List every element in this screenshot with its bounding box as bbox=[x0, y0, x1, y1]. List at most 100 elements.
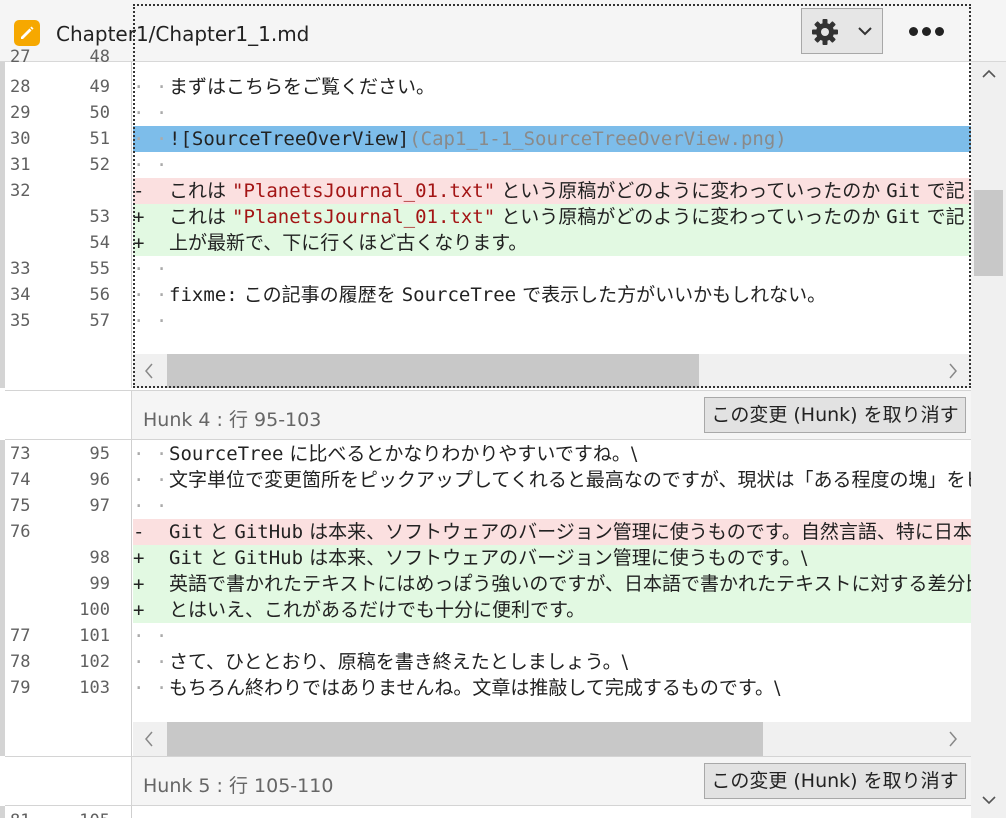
old-line-number: 81 bbox=[10, 808, 30, 818]
settings-dropdown-button[interactable] bbox=[801, 8, 883, 54]
code-text: GitHub bbox=[234, 521, 304, 543]
diff-marker: · · bbox=[133, 469, 168, 491]
old-line-number: 31 bbox=[10, 155, 31, 175]
context-line[interactable]: · · bbox=[133, 493, 971, 519]
new-line-number: 49 bbox=[89, 77, 110, 97]
old-line-number: 34 bbox=[10, 285, 31, 305]
added-line[interactable]: + 英語で書かれたテキストにはめっぽう強いのですが、日本語で書かれたテキストに対す… bbox=[133, 571, 971, 597]
context-line[interactable]: · ·fixme: この記事の履歴を SourceTree で表示した方がいいか… bbox=[133, 282, 971, 308]
context-line[interactable]: · ·まずはこちらをご覧ください。 bbox=[133, 74, 971, 100]
diff-marker: · · bbox=[133, 625, 168, 647]
diff-code-area[interactable]: · · bbox=[133, 806, 971, 818]
context-line[interactable]: · · bbox=[133, 62, 971, 70]
new-line-number: 53 bbox=[89, 207, 110, 227]
code-text: Git bbox=[169, 547, 204, 569]
code-text: Git bbox=[169, 521, 204, 543]
diff-marker: · · bbox=[133, 808, 169, 818]
line-numbers: 78 102 bbox=[5, 649, 132, 675]
code-text: と bbox=[203, 547, 235, 569]
scrollbar-thumb[interactable] bbox=[167, 354, 699, 388]
hunk-label: Hunk 5 : 行 105-110 bbox=[143, 775, 334, 797]
scroll-right-icon[interactable] bbox=[947, 729, 959, 749]
line-numbers: 77 101 bbox=[5, 623, 132, 649]
hunk-header: Hunk 4 : 行 95-103 この変更 (Hunk) を取り消す bbox=[5, 390, 971, 440]
code-text: ![SourceTreeOverView] bbox=[169, 128, 410, 150]
selected-line[interactable]: · ·![SourceTreeOverView](Cap1_1-1_Source… bbox=[133, 126, 971, 152]
code-text: さて、ひととおり、原稿を書き終えたとしましょう。\ bbox=[169, 651, 628, 673]
scroll-down-icon[interactable] bbox=[980, 794, 998, 806]
horizontal-scrollbar[interactable] bbox=[133, 722, 971, 756]
new-line-number: 54 bbox=[89, 233, 110, 253]
old-line-number: 28 bbox=[10, 77, 31, 97]
old-line-number: 74 bbox=[10, 470, 31, 490]
context-line[interactable]: · ·SourceTree に比べるとかなりわかりやすいですね。\ bbox=[133, 441, 971, 467]
code-text: で記 bbox=[920, 180, 965, 202]
scroll-right-icon[interactable] bbox=[947, 361, 959, 381]
line-numbers: 31 52 bbox=[5, 152, 132, 178]
context-line[interactable]: · · bbox=[133, 808, 971, 818]
revert-hunk-button[interactable]: この変更 (Hunk) を取り消す bbox=[704, 763, 966, 799]
scroll-left-icon[interactable] bbox=[143, 361, 155, 381]
added-line[interactable]: + Git と GitHub は本来、ソフトウェアのバージョン管理に使うものです。… bbox=[133, 545, 971, 571]
old-line-number: 32 bbox=[10, 181, 31, 201]
line-number-gutter: 73 95 74 96 75 97 76 98 99 100 77 101 78 102 79 103 bbox=[5, 440, 132, 756]
old-line-number: 29 bbox=[10, 103, 31, 123]
line-numbers: 30 51 bbox=[5, 126, 132, 152]
diff-code-area[interactable]: · ·· ·まずはこちらをご覧ください。· ·· ·![SourceTreeOv… bbox=[133, 62, 971, 354]
diff-marker: + bbox=[133, 573, 145, 595]
code-text: 文字単位で変更箇所をピックアップしてくれると最高なのですが、現状は「ある程度の塊… bbox=[169, 469, 971, 491]
code-text: と bbox=[203, 521, 235, 543]
added-line[interactable]: + 上が最新で、下に行くほど古くなります。 bbox=[133, 230, 971, 256]
scroll-up-icon[interactable] bbox=[980, 68, 998, 80]
diff-code-area[interactable]: · ·SourceTree に比べるとかなりわかりやすいですね。\ · ·文字単位… bbox=[133, 440, 971, 722]
diff-marker: · · bbox=[133, 443, 168, 465]
revert-hunk-button[interactable]: この変更 (Hunk) を取り消す bbox=[704, 397, 966, 433]
context-line[interactable]: · ·さて、ひととおり、原稿を書き終えたとしましょう。\ bbox=[133, 649, 971, 675]
diff-marker: · · bbox=[133, 76, 168, 98]
diff-marker: + bbox=[133, 206, 145, 228]
code-text: で記 bbox=[920, 206, 965, 228]
context-line[interactable]: · ·もちろん終わりではありませんね。文章は推敲して完成するものです。\ bbox=[133, 675, 971, 701]
context-line[interactable]: · · bbox=[133, 256, 971, 282]
vertical-scrollbar[interactable] bbox=[971, 62, 1006, 818]
context-line[interactable]: · · bbox=[133, 308, 971, 334]
diff-marker: + bbox=[133, 547, 145, 569]
scrollbar-thumb[interactable] bbox=[974, 190, 1003, 276]
scroll-left-icon[interactable] bbox=[143, 729, 155, 749]
line-numbers: 34 56 bbox=[5, 282, 132, 308]
deleted-line[interactable]: - Git と GitHub は本来、ソフトウェアのバージョン管理に使うものです。… bbox=[133, 519, 971, 545]
old-line-number: 30 bbox=[10, 129, 31, 149]
new-line-number: 48 bbox=[89, 47, 110, 67]
line-numbers: 76 bbox=[5, 519, 132, 545]
deleted-line[interactable]: - これは "PlanetsJournal_01.txt" という原稿がどのように… bbox=[133, 178, 971, 204]
code-text: という原稿がどのように変わっていったのか bbox=[495, 206, 887, 228]
code-text: これは bbox=[169, 206, 233, 228]
code-text: Git bbox=[886, 206, 921, 228]
context-line[interactable]: · · bbox=[133, 152, 971, 178]
new-line-number: 57 bbox=[89, 311, 110, 331]
new-line-number: 105 bbox=[79, 808, 110, 818]
line-numbers: 100 bbox=[5, 597, 132, 623]
diff-marker: - bbox=[133, 180, 145, 202]
new-line-number: 51 bbox=[89, 129, 110, 149]
diff-marker: · · bbox=[133, 62, 169, 70]
code-text: は本来、ソフトウェアのバージョン管理に使うものです。自然言語、特に日本語 bbox=[303, 521, 971, 543]
code-text: (Cap1_1-1_SourceTreeOverView.png) bbox=[409, 128, 787, 150]
scrollbar-thumb[interactable] bbox=[167, 722, 763, 756]
added-line[interactable]: + とはいえ、これがあるだけでも十分に便利です。 bbox=[133, 597, 971, 623]
line-numbers: 53 bbox=[5, 204, 132, 230]
file-path-title: Chapter1/Chapter1_1.md bbox=[56, 22, 310, 46]
horizontal-scrollbar[interactable] bbox=[133, 354, 971, 388]
line-numbers: 35 57 bbox=[5, 308, 132, 334]
line-numbers: 98 bbox=[5, 545, 132, 571]
diff-marker: + bbox=[133, 232, 145, 254]
context-line[interactable]: · · bbox=[133, 623, 971, 649]
pencil-icon bbox=[14, 20, 40, 46]
diff-marker: · · bbox=[133, 677, 168, 699]
new-line-number: 102 bbox=[79, 652, 110, 672]
more-horizontal-icon[interactable] bbox=[904, 23, 948, 41]
added-line[interactable]: + これは "PlanetsJournal_01.txt" という原稿がどのように… bbox=[133, 204, 971, 230]
context-line[interactable]: · · bbox=[133, 100, 971, 126]
context-line[interactable]: · ·文字単位で変更箇所をピックアップしてくれると最高なのですが、現状は「ある程… bbox=[133, 467, 971, 493]
line-number-gutter: 27 48 28 49 29 50 30 51 31 52 32 53 54 33 55 34 56 35 57 bbox=[5, 47, 132, 388]
